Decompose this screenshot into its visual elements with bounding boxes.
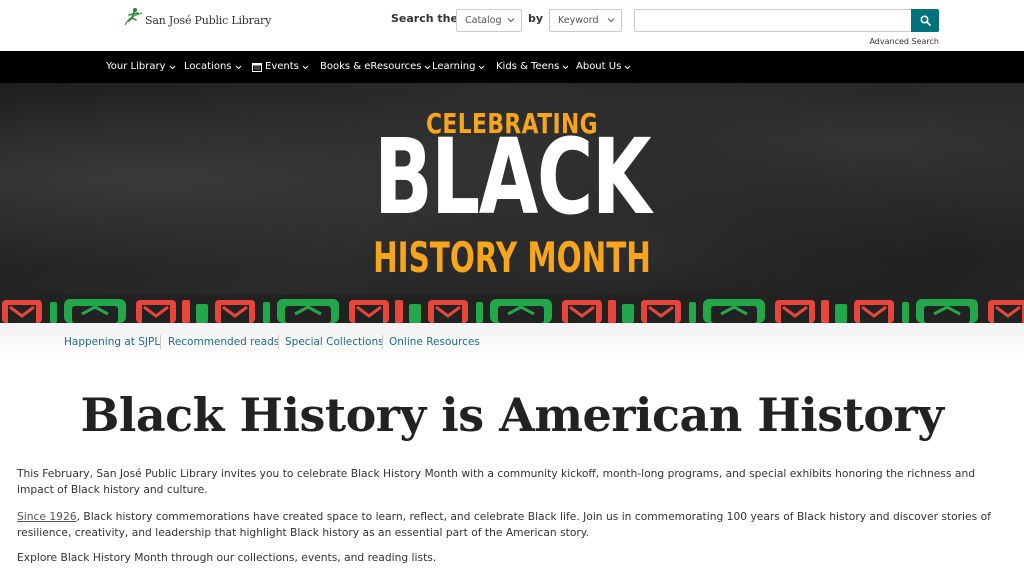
history-paragraph-text: , Black history commemorations have crea… <box>17 510 991 539</box>
chevron-down-icon <box>169 63 176 70</box>
subnav-online-resources[interactable]: Online Resources <box>389 336 480 348</box>
catalog-select-value: Catalog <box>465 15 502 26</box>
nav-label: Locations <box>184 61 232 72</box>
by-label: by <box>528 12 544 25</box>
catalog-select[interactable]: Catalog <box>456 9 522 32</box>
sub-navigation: Happening at SJPL Recommended reads Spec… <box>0 323 1024 363</box>
chevron-down-icon <box>624 63 631 70</box>
nav-item-books-eresources[interactable]: Books & eResources <box>320 61 431 72</box>
keyword-select-value: Keyword <box>558 15 599 26</box>
explore-paragraph: Explore Black History Month through our … <box>17 551 437 564</box>
nav-label: Your Library <box>106 61 166 72</box>
hero-banner[interactable]: CELEBRATING BLACK HISTORY MONTH <box>0 83 1024 323</box>
nav-item-kids-teens[interactable]: Kids & Teens <box>496 61 569 72</box>
search-input[interactable] <box>634 9 912 32</box>
chevron-down-icon <box>302 63 309 70</box>
advanced-search-link[interactable]: Advanced Search <box>869 37 939 46</box>
search-icon <box>919 11 931 30</box>
nav-item-learning[interactable]: Learning <box>432 61 485 72</box>
nav-item-about-us[interactable]: About Us <box>576 61 631 72</box>
chevron-down-icon <box>562 63 569 70</box>
search-button[interactable] <box>911 9 939 32</box>
divider <box>278 335 279 349</box>
history-paragraph: Since 1926, Black history commemorations… <box>17 509 1012 541</box>
hero-line-2: BLACK <box>374 116 651 238</box>
nav-label: About Us <box>576 61 622 72</box>
chevron-down-icon <box>478 63 485 70</box>
nav-item-events[interactable]: Events <box>252 61 309 72</box>
subnav-special-collections[interactable]: Special Collections <box>285 336 384 348</box>
chevron-down-icon <box>507 16 515 24</box>
chevron-down-icon <box>235 63 242 70</box>
keyword-select[interactable]: Keyword <box>549 9 622 32</box>
search-label: Search the <box>391 12 458 25</box>
divider <box>160 335 161 349</box>
logo-text: San José Public Library <box>145 14 272 27</box>
subnav-recommended-reads[interactable]: Recommended reads <box>168 336 279 348</box>
since-1926-link[interactable]: Since 1926 <box>17 510 77 523</box>
kente-pattern <box>0 294 1024 323</box>
nav-item-your-library[interactable]: Your Library <box>106 61 176 72</box>
nav-label: Events <box>265 61 299 72</box>
intro-paragraph: This February, San José Public Library i… <box>17 467 976 496</box>
runner-logo-icon <box>123 7 143 29</box>
chevron-down-icon <box>607 16 615 24</box>
nav-item-locations[interactable]: Locations <box>184 61 242 72</box>
hero-line-3: HISTORY MONTH <box>373 233 651 282</box>
nav-label: Learning <box>432 61 476 72</box>
chevron-down-icon <box>424 63 431 70</box>
subnav-happening[interactable]: Happening at SJPL <box>64 336 160 348</box>
library-logo[interactable]: San José Public Library <box>123 7 271 29</box>
page-title: Black History is American History <box>80 388 944 442</box>
calendar-icon <box>252 62 262 72</box>
nav-label: Books & eResources <box>320 61 422 72</box>
main-nav: Your Library Locations Events Books & eR… <box>0 51 1024 83</box>
nav-label: Kids & Teens <box>496 61 560 72</box>
site-header: San José Public Library Search the Catal… <box>0 0 1024 51</box>
divider <box>382 335 383 349</box>
